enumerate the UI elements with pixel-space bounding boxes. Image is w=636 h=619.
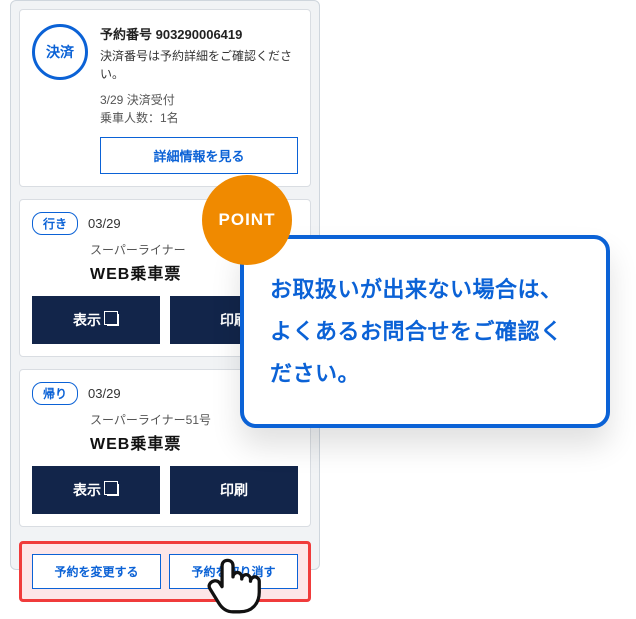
show-button[interactable]: 表示 xyxy=(32,296,160,344)
reservation-info: 予約番号 903290006419 決済番号は予約詳細をご確認ください。 3/2… xyxy=(100,24,298,174)
point-callout: お取扱いが出来ない場合は、よくあるお問合せをご確認ください。 xyxy=(240,235,610,428)
trip-date: 03/29 xyxy=(88,216,121,231)
point-badge-label: POINT xyxy=(219,210,276,230)
status-badge: 決済 xyxy=(32,24,88,80)
copy-icon xyxy=(107,484,119,496)
reservation-passengers: 乗車人数：1名 xyxy=(100,109,298,127)
print-button[interactable]: 印刷 xyxy=(170,466,298,514)
trip-tag-return: 帰り xyxy=(32,382,78,405)
trip-tag-outbound: 行き xyxy=(32,212,78,235)
change-reservation-button[interactable]: 予約を変更する xyxy=(32,554,161,589)
reservation-number: 予約番号 903290006419 xyxy=(100,24,298,43)
hand-cursor-icon xyxy=(198,544,268,614)
reservation-header: 決済 予約番号 903290006419 決済番号は予約詳細をご確認ください。 … xyxy=(32,24,298,174)
reservation-note: 決済番号は予約詳細をご確認ください。 xyxy=(100,47,298,83)
copy-icon xyxy=(107,314,119,326)
reservation-date-status: 3/29 決済受付 xyxy=(100,91,298,109)
show-button[interactable]: 表示 xyxy=(32,466,160,514)
trip-ticket-label: WEB乗車票 xyxy=(90,430,298,454)
show-button-label: 表示 xyxy=(73,310,101,330)
show-button-label: 表示 xyxy=(73,480,101,500)
point-badge: POINT xyxy=(202,175,292,265)
detail-button[interactable]: 詳細情報を見る xyxy=(100,137,298,174)
reservation-card: 決済 予約番号 903290006419 決済番号は予約詳細をご確認ください。 … xyxy=(19,9,311,187)
trip-date: 03/29 xyxy=(88,386,121,401)
print-button-label: 印刷 xyxy=(220,480,248,500)
callout-text: お取扱いが出来ない場合は、よくあるお問合せをご確認ください。 xyxy=(270,269,580,394)
trip-buttons: 表示 印刷 xyxy=(32,466,298,514)
status-label: 決済 xyxy=(46,42,74,62)
